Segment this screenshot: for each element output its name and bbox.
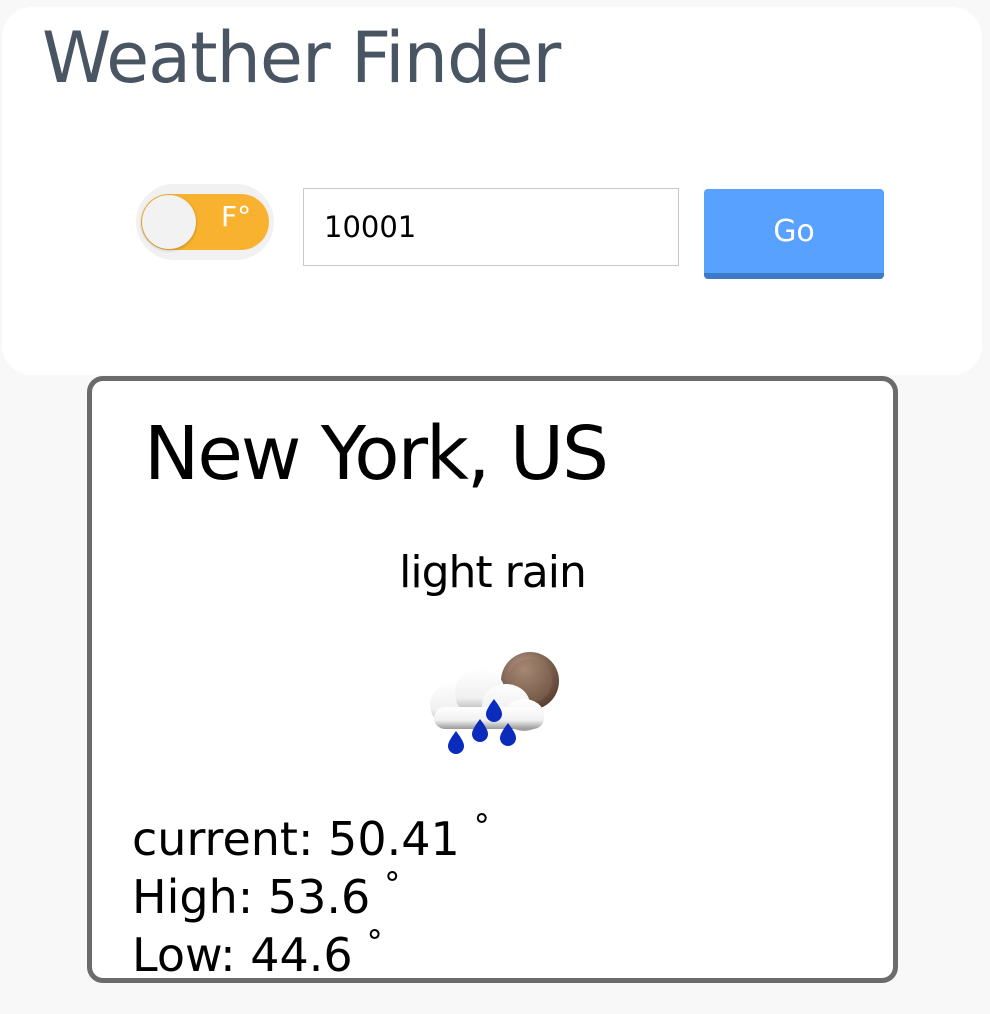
degree-symbol: ° — [384, 865, 401, 903]
toggle-track[interactable]: F° — [141, 194, 269, 250]
city-name: New York, US — [144, 411, 609, 497]
weather-description: light rain — [399, 547, 587, 598]
unit-toggle[interactable]: F° — [136, 184, 274, 260]
high-temperature: High: 53.6 ° — [132, 868, 400, 920]
toggle-knob[interactable] — [142, 195, 196, 249]
low-temperature: Low: 44.6 ° — [132, 926, 383, 978]
current-temperature-label: current: 50.41 — [132, 812, 460, 866]
unit-label: F° — [221, 200, 252, 233]
current-temperature: current: 50.41 ° — [132, 810, 490, 862]
high-temperature-label: High: 53.6 — [132, 870, 371, 924]
go-button[interactable]: Go — [704, 189, 884, 279]
app-title: Weather Finder — [42, 17, 561, 99]
search-panel: Weather Finder F° Go — [2, 7, 982, 375]
degree-symbol: ° — [473, 807, 490, 845]
low-temperature-label: Low: 44.6 — [132, 928, 353, 982]
degree-symbol: ° — [366, 923, 383, 961]
weather-card: New York, US light rain current: 50.41 °… — [87, 376, 898, 983]
light-rain-icon — [430, 652, 559, 754]
zip-input[interactable] — [303, 188, 679, 266]
